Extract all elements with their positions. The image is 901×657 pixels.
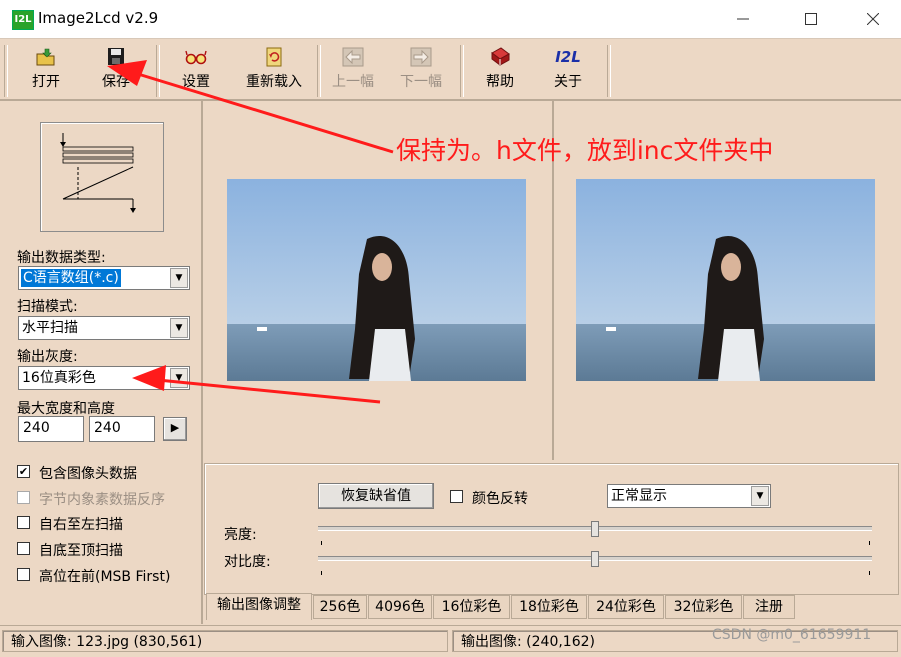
reload-icon	[266, 47, 282, 67]
open-button[interactable]: 打开	[20, 45, 72, 95]
save-button[interactable]: 保存	[90, 45, 142, 95]
toolbar-separator	[156, 45, 160, 97]
gray-level-value: 16位真彩色	[22, 370, 96, 386]
about-i2l-icon: I2L	[555, 48, 581, 66]
toolbar-separator	[4, 45, 8, 97]
close-icon[interactable]	[850, 0, 896, 38]
msb-first-label: 高位在前(MSB First)	[39, 569, 171, 585]
color-invert-label: 颜色反转	[472, 491, 528, 507]
help-label: 帮助	[486, 74, 514, 90]
scan-direction-icon	[60, 133, 136, 213]
slider-tick	[321, 541, 322, 545]
previous-label: 上一幅	[332, 74, 374, 90]
reverse-byte-pixels-label: 字节内象素数据反序	[39, 492, 165, 508]
next-arrow-icon	[410, 47, 432, 67]
settings-button[interactable]: 设置	[170, 45, 222, 95]
next-button[interactable]: 下一幅	[395, 45, 447, 95]
open-folder-icon	[36, 48, 55, 66]
settings-label: 设置	[182, 74, 210, 90]
apply-size-button[interactable]: ▶	[163, 417, 187, 441]
restore-defaults-button[interactable]: 恢复缺省值	[318, 483, 434, 509]
tab-18bit-color[interactable]: 18位彩色	[511, 595, 587, 619]
contrast-label: 对比度:	[224, 554, 271, 570]
output-type-select[interactable]: C语言数组(*.c) ▼	[18, 266, 190, 290]
brightness-label: 亮度:	[224, 527, 257, 543]
tab-16bit-color[interactable]: 16位彩色	[433, 595, 510, 619]
display-mode-select[interactable]: 正常显示 ▼	[607, 484, 771, 508]
tab-register[interactable]: 注册	[743, 595, 795, 619]
about-button[interactable]: I2L 关于	[542, 45, 594, 95]
max-width-input[interactable]: 240	[18, 416, 84, 442]
chevron-down-icon[interactable]: ▼	[751, 486, 769, 506]
brightness-slider-thumb[interactable]	[591, 521, 599, 537]
checkmark-icon[interactable]: ✔	[17, 465, 30, 478]
output-type-label: 输出数据类型:	[17, 250, 106, 266]
gray-level-label: 输出灰度:	[17, 349, 78, 365]
contrast-slider-thumb[interactable]	[591, 551, 599, 567]
save-disk-icon	[108, 48, 124, 65]
save-label: 保存	[102, 74, 130, 90]
help-button[interactable]: 帮助	[474, 45, 526, 95]
open-label: 打开	[32, 74, 60, 90]
output-image	[576, 179, 875, 381]
checkbox-box[interactable]	[17, 568, 30, 581]
chevron-down-icon[interactable]: ▼	[170, 318, 188, 338]
slider-tick	[869, 541, 870, 545]
title-bar[interactable]: I2L Image2Lcd v2.9	[0, 0, 901, 39]
minimize-icon[interactable]	[720, 0, 766, 38]
annotation-text: 保持为。h文件，放到inc文件夹中	[396, 136, 774, 165]
max-height-input[interactable]: 240	[89, 416, 155, 442]
next-label: 下一幅	[400, 74, 442, 90]
tab-24bit-color[interactable]: 24位彩色	[588, 595, 664, 619]
maximize-icon[interactable]	[788, 0, 834, 38]
tab-32bit-color[interactable]: 32位彩色	[665, 595, 742, 619]
right-to-left-label: 自右至左扫描	[39, 517, 123, 533]
chevron-down-icon[interactable]: ▼	[170, 268, 188, 288]
settings-glasses-icon	[185, 50, 207, 65]
toolbar-separator	[607, 45, 611, 97]
watermark: CSDN @m0_61659911	[712, 627, 872, 643]
include-header-label: 包含图像头数据	[39, 466, 137, 482]
about-label: 关于	[554, 74, 582, 90]
output-type-value: C语言数组(*.c)	[21, 269, 121, 287]
checkbox-box[interactable]	[450, 490, 463, 503]
tab-4096-color[interactable]: 4096色	[368, 595, 432, 619]
gray-level-select[interactable]: 16位真彩色 ▼	[18, 366, 190, 390]
checkbox-box[interactable]	[17, 491, 30, 504]
scan-mode-label: 扫描模式:	[17, 299, 78, 315]
toolbar-separator	[317, 45, 321, 97]
toolbar-separator	[460, 45, 464, 97]
help-book-icon	[491, 47, 510, 66]
checkbox-box[interactable]	[17, 542, 30, 555]
bottom-to-top-label: 自底至顶扫描	[39, 543, 123, 559]
slider-tick	[869, 571, 870, 575]
tab-256-color[interactable]: 256色	[313, 595, 367, 619]
max-size-label: 最大宽度和高度	[17, 401, 115, 417]
window-title: Image2Lcd v2.9	[38, 9, 159, 27]
scan-mode-select[interactable]: 水平扫描 ▼	[18, 316, 190, 340]
image-adjust-panel: 恢复缺省值 颜色反转 正常显示 ▼ 亮度: 对比度:	[204, 463, 899, 595]
reload-label: 重新载入	[246, 74, 302, 90]
previous-arrow-icon	[342, 47, 364, 67]
settings-panel: 输出数据类型: C语言数组(*.c) ▼ 扫描模式: 水平扫描 ▼ 输出灰度: …	[0, 100, 203, 624]
checkbox-box[interactable]	[17, 516, 30, 529]
scan-mode-preview	[40, 122, 164, 232]
scan-mode-value: 水平扫描	[22, 320, 78, 336]
app-icon: I2L	[12, 10, 34, 30]
previous-button[interactable]: 上一幅	[327, 45, 379, 95]
chevron-down-icon[interactable]: ▼	[170, 368, 188, 388]
reload-button[interactable]: 重新载入	[240, 45, 308, 95]
input-image-status: 输入图像: 123.jpg (830,561)	[2, 630, 448, 652]
tab-output-adjust[interactable]: 输出图像调整	[206, 593, 312, 620]
toolbar: 打开 保存 设置 重新载入 上一幅 下一幅 帮助 I2L 关于	[0, 39, 901, 101]
slider-tick	[321, 571, 322, 575]
input-image	[227, 179, 526, 381]
display-mode-value: 正常显示	[611, 488, 667, 504]
